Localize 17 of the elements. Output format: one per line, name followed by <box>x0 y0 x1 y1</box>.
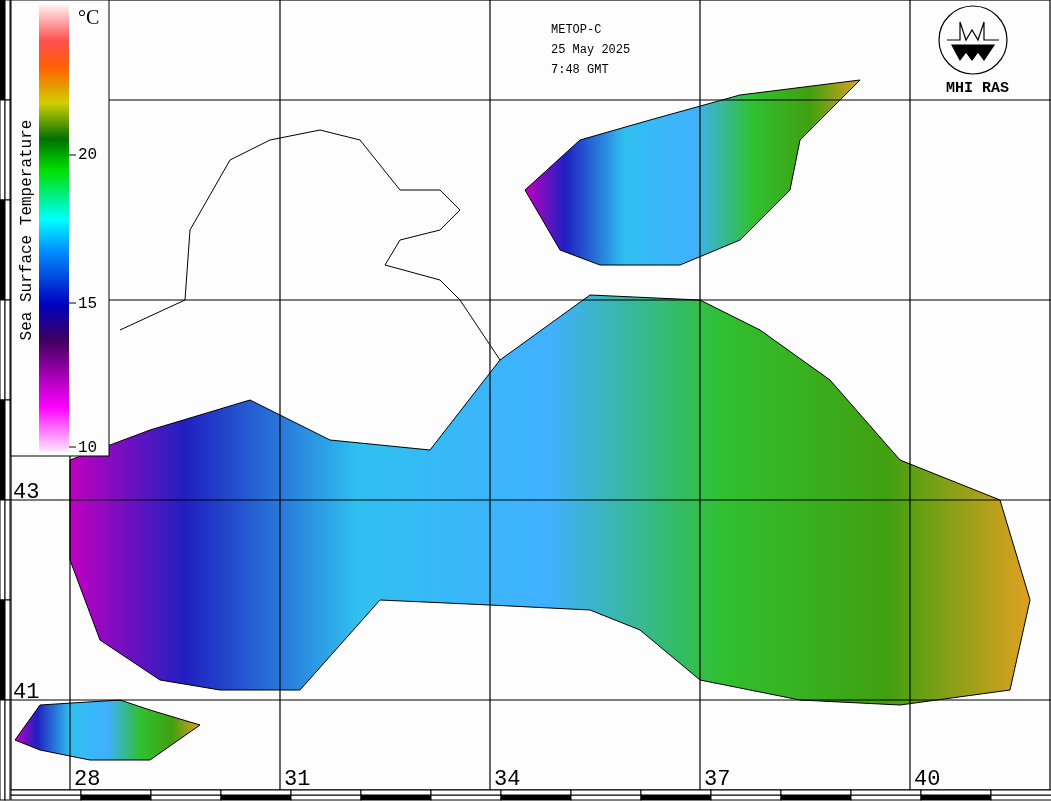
tick-label: 10 <box>78 438 98 459</box>
longitude-label: 40 <box>914 766 941 794</box>
satellite-name: METOP-C <box>551 22 603 38</box>
date-text: 25 May 2025 <box>551 42 631 58</box>
tick-label: 20 <box>78 145 98 166</box>
latitude-label: 41 <box>13 679 40 707</box>
tick-label: 15 <box>78 294 98 315</box>
logo-text: MHI RAS <box>946 79 1009 99</box>
unit-label: °C <box>78 5 100 30</box>
time-text: 7:48 GMT <box>551 62 610 78</box>
logo-icon <box>938 5 1008 75</box>
longitude-label: 37 <box>704 766 731 794</box>
longitude-label: 34 <box>494 766 521 794</box>
longitude-label: 28 <box>74 766 101 794</box>
colorbar-title: Sea Surface Temperature <box>17 119 37 341</box>
longitude-label: 31 <box>284 766 311 794</box>
latitude-label: 43 <box>13 479 40 507</box>
